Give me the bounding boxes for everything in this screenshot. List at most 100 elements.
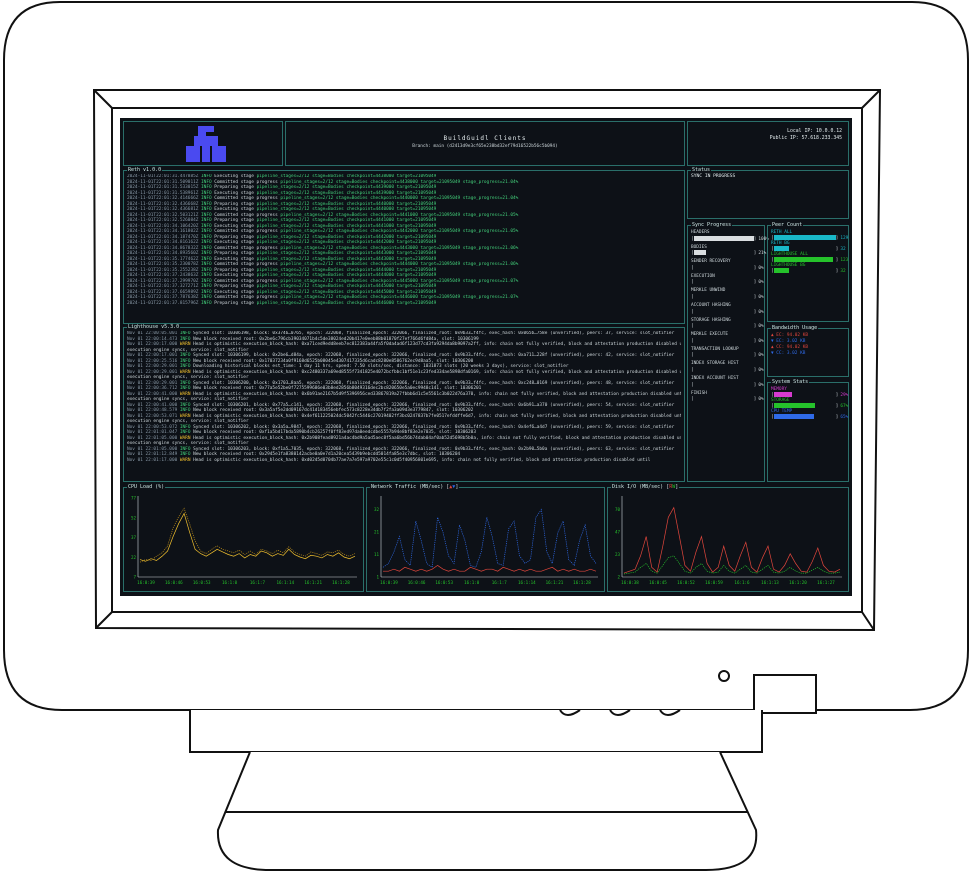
sync-stage-bar: [] 0% [691,265,764,271]
x-tick-label: 16:1:21 [304,580,322,585]
series-line [623,506,841,574]
x-tick-label: 16:0:38 [621,580,639,585]
y-tick-label: 70 [615,507,621,512]
sync-stage-bar: [] 0% [691,338,764,344]
peer-bar-fill [773,246,790,251]
sync-stage-label: SENDER RECOVERY [691,259,731,265]
sync-stage-fill [693,250,707,256]
system-stats-title: System Stats [771,379,810,385]
x-tick-label: 16:1:28 [573,580,591,585]
sync-stage-label: ACCOUNT HASHING [691,303,731,308]
y-tick-label: 52 [131,515,137,520]
system-stat-value: 29% [840,393,849,398]
system-stat-bar: [] 65% [771,414,849,420]
sync-stage-percent: 0% [758,338,764,344]
public-ip: Public IP: 57.618.233.345 [769,136,842,141]
peer-bar-fill [773,257,833,262]
sync-stage-percent: 0% [758,397,764,403]
x-tick-label: 16:1:0 [222,580,238,585]
sync-stage-percent: 0% [758,294,764,300]
x-tick-label: 16:1:7 [492,580,508,585]
y-tick-label: 7 [133,575,136,580]
lighthouse-log-title: Lighthouse v5.3.0 [127,324,181,330]
peer-count-panel: Peer Count RETH ALL[] 129 RETH BG[] 32 LIGHT… [767,222,849,322]
lighthouse-log-lines: Nov 01 22:00:05.001 INFO Synced slot: 10… [127,331,681,481]
sync-stage-label: BODIES [691,244,707,250]
sync-progress-title: Sync Progress [691,222,733,228]
system-stat-fill [773,392,792,397]
bandwidth-panel: Bandwidth Usage ▲ EC: 94.02 KB ▼ EC: 3.02… [767,325,849,377]
sync-progress-panel: Sync Progress HEADERS[] 100% BODIES[] 21% SE… [687,222,769,482]
terminal-dashboard: BuildGuidl Clients Branch: main (d2413d9… [120,118,852,596]
sync-stage-percent: 0% [758,382,764,388]
disk-chart: 70 47 23 216:0:38 16:0:45 16:0:52 16:0:59 16:1:… [615,496,842,585]
power-button-icon [753,674,817,714]
sync-stage-bar: [] 0% [691,294,764,300]
series-line [383,564,597,572]
sync-stage-label: STORAGE HASHING [691,317,731,323]
x-tick-label: 16:1:0 [464,580,480,585]
y-tick-label: 22 [131,555,137,560]
network-chart: 322111116:0:39 16:0:46 16:0:53 16:1:0 16:1:7… [374,496,598,585]
sync-stage-percent: 0% [758,367,764,373]
x-tick-label: 16:1:28 [332,580,350,585]
x-tick-label: 16:0:53 [193,580,211,585]
cpu-chart: 77 52 37 22 716:0:39 16:0:46 16:0:53 16:1:0 16:1… [131,496,357,585]
sync-stage-percent: 21% [758,251,767,257]
sync-stage-label: EXECUTION [691,273,715,279]
local-ip: Local IP: 10.0.0.12 [787,129,842,134]
sync-stage-bar: [] 100% [691,235,769,242]
peer-bar: [] 32 [771,268,846,274]
peer-count-value: 123 [840,258,849,263]
x-tick-label: 16:1:27 [817,580,835,585]
reth-log-title: Reth v1.0.0 [127,167,163,173]
app-title: BuildGuidl Clients [443,135,527,142]
series-line [382,508,597,568]
bandwidth-item: ▲ EC: 94.02 KB [771,333,809,338]
disk-chart-panel: Disk I/O (MB/sec) [RW] 70 47 23 2 16:0:38 16:… [607,484,849,592]
x-tick-label: 16:0:52 [677,580,695,585]
sync-stage-bar: [] 0% [691,280,764,286]
peer-count-value: 129 [840,236,849,241]
buidlguidl-logo-icon [186,126,226,162]
sync-stage-percent: 0% [758,265,764,271]
network-chart-panel: Network Traffic (MB/sec) [▲▼] 32 21 11 1 16:… [366,484,605,592]
y-tick-label: 21 [374,529,380,534]
sync-stage-label: INDEX STORAGE HIST [691,361,739,367]
reth-log-panel[interactable]: Reth v1.0.0 2024-11-01T22:01:31.447885Z … [123,167,685,324]
status-text: SYNC IN PROGRESS [691,174,736,179]
x-tick-label: 16:1:7 [250,580,266,585]
reth-log-lines: 2024-11-01T22:01:31.447885Z INFO Executi… [127,174,681,322]
series-line [139,512,356,562]
x-tick-label: 16:1:14 [518,580,536,585]
sync-stage-label: INDEX ACCOUNT HIST [691,376,739,381]
sync-stage-label: HEADERS [691,230,710,235]
x-tick-label: 16:1:6 [734,580,750,585]
y-tick-label: 11 [374,552,380,557]
title-panel: BuildGuidl Clients Branch: main (d2413d9… [285,121,685,166]
status-panel: Status SYNC IN PROGRESS [687,167,849,219]
bandwidth-title: Bandwidth Usage [771,325,819,331]
system-stat-value: 65% [840,415,849,420]
system-stat-value: 67% [840,404,849,409]
sync-stage-percent: 0% [758,280,764,286]
sync-stage-label: MERKLE UNWIND [691,288,726,294]
x-tick-label: 16:0:46 [408,580,426,585]
peer-bar-fill [773,235,836,240]
peer-count-title: Peer Count [771,222,804,228]
system-stats-panel: System Stats MEMORY[] 29% STORAGE[] 67% CPU … [767,379,849,482]
sync-stage-bar: [] 0% [691,382,764,388]
ip-panel: Local IP: 10.0.0.12 Public IP: 57.618.23… [687,121,849,166]
sync-stage-bar: [] 0% [691,367,764,373]
branch-label: Branch: main (d2413d9e3cf65e238bd32ef79d… [412,144,558,149]
bandwidth-item: ▼ CC: 3.02 KB [771,351,806,356]
peer-bar-fill [773,268,790,273]
sync-stage-percent: 0% [758,309,764,315]
logo-panel [123,121,283,166]
lighthouse-log-line: Nov 01 22:01:17.000 WARN Head is optimis… [127,457,651,463]
sync-stage-bar: [] 0% [691,397,764,403]
lighthouse-log-panel[interactable]: Lighthouse v5.3.0 Nov 01 22:00:05.001 IN… [123,324,685,482]
x-tick-label: 16:0:53 [435,580,453,585]
x-tick-label: 16:0:45 [649,580,667,585]
system-stat-fill [773,403,816,408]
